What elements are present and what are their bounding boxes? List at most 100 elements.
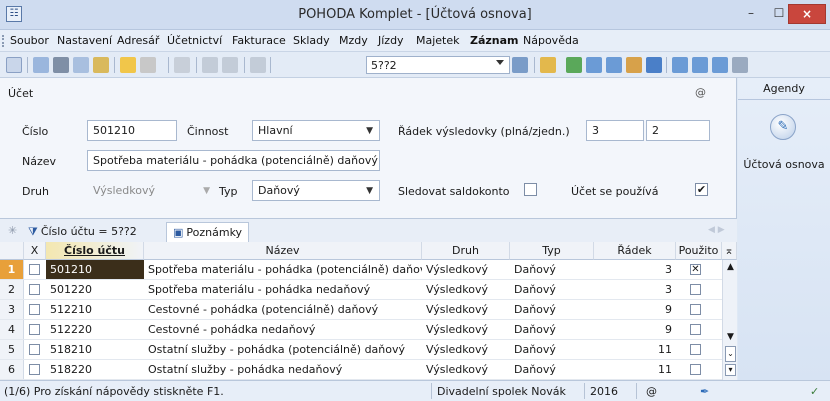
cell-druh[interactable]: Výsledkový	[422, 340, 510, 359]
menu-ucetnictvi[interactable]: Účetnictví	[167, 34, 222, 47]
cell-typ[interactable]: Daňový	[510, 360, 594, 379]
help-icon[interactable]	[732, 57, 748, 73]
cislo-input[interactable]: 501210	[87, 120, 177, 141]
minimize-button[interactable]: –	[738, 4, 764, 24]
menu-mzdy[interactable]: Mzdy	[339, 34, 368, 47]
edit-icon[interactable]	[140, 57, 156, 73]
cell-druh[interactable]: Výsledkový	[422, 360, 510, 379]
cell-radek[interactable]: 3	[594, 260, 676, 279]
radek-full-input[interactable]: 3	[586, 120, 644, 141]
cell-cislo[interactable]: 501210	[46, 260, 144, 279]
cell-nazev[interactable]: Ostatní služby - pohádka nedaňový	[144, 360, 422, 379]
agendy-item-ucetni-osnova[interactable]: Účtová osnova	[738, 158, 830, 171]
column-chooser-icon[interactable]: ⌅	[722, 242, 737, 260]
quick-filter-input[interactable]: 5??2	[366, 56, 510, 74]
layout-icon[interactable]	[692, 57, 708, 73]
pouziva-checkbox[interactable]: ✔	[695, 183, 708, 196]
grid-icon[interactable]	[586, 57, 602, 73]
cell-typ[interactable]: Daňový	[510, 320, 594, 339]
tab-filter[interactable]: ⧩ Číslo účtu = 5??2	[22, 222, 143, 242]
pin-icon[interactable]: ✳	[8, 224, 17, 237]
table-row[interactable]: 1 501210 Spotřeba materiálu - pohádka (p…	[0, 260, 722, 280]
pin-icon[interactable]	[33, 57, 49, 73]
tab-scroll-arrows[interactable]: ◀ ▶	[708, 225, 725, 235]
col-pouzito-header[interactable]: Použito	[676, 242, 722, 260]
cell-nazev[interactable]: Cestovné - pohádka (potenciálně) daňový	[144, 300, 422, 319]
cell-nazev[interactable]: Cestovné - pohádka nedaňový	[144, 320, 422, 339]
cell-pouzito-checkbox[interactable]	[690, 284, 701, 295]
folder-icon[interactable]	[540, 57, 556, 73]
row-checkbox[interactable]	[29, 344, 40, 355]
cell-typ[interactable]: Daňový	[510, 280, 594, 299]
cell-pouzito-checkbox[interactable]	[690, 304, 701, 315]
cell-cislo[interactable]: 518210	[46, 340, 144, 359]
agenda-icon[interactable]	[6, 57, 22, 73]
scroll-to-end-icon[interactable]: ⌄	[725, 346, 736, 362]
cell-typ[interactable]: Daňový	[510, 340, 594, 359]
cinnost-select[interactable]: Hlavní ▼	[252, 120, 380, 141]
col-radek-header[interactable]: Řádek	[594, 242, 676, 260]
row-checkbox[interactable]	[29, 264, 40, 275]
filter-dropdown-arrow[interactable]	[496, 60, 504, 65]
menu-sklady[interactable]: Sklady	[293, 34, 330, 47]
col-x-header[interactable]: X	[24, 242, 46, 260]
save-all-icon[interactable]	[222, 57, 238, 73]
window-icon[interactable]	[672, 57, 688, 73]
cell-druh[interactable]: Výsledkový	[422, 280, 510, 299]
cell-cislo[interactable]: 518220	[46, 360, 144, 379]
copy-icon[interactable]	[250, 57, 266, 73]
chart-of-accounts-icon[interactable]: ✎	[770, 114, 796, 140]
report-icon[interactable]	[93, 57, 109, 73]
cell-cislo[interactable]: 501220	[46, 280, 144, 299]
col-nazev-header[interactable]: Název	[144, 242, 422, 260]
scroll-down-icon[interactable]: ▼	[723, 332, 738, 342]
col-cislo-header[interactable]: Číslo účtu	[46, 242, 144, 260]
cell-typ[interactable]: Daňový	[510, 260, 594, 279]
table-scrollbar[interactable]: ▲ ▼ ⌄ ▾	[722, 260, 737, 380]
people-icon[interactable]	[626, 57, 642, 73]
cell-typ[interactable]: Daňový	[510, 300, 594, 319]
cell-radek[interactable]: 11	[594, 360, 676, 379]
cell-cislo[interactable]: 512220	[46, 320, 144, 339]
menu-adresar[interactable]: Adresář	[117, 34, 159, 47]
cell-cislo[interactable]: 512210	[46, 300, 144, 319]
cell-pouzito-checkbox[interactable]	[690, 324, 701, 335]
radek-short-input[interactable]: 2	[646, 120, 710, 141]
print-icon[interactable]	[53, 57, 69, 73]
cell-pouzito-checkbox[interactable]	[690, 344, 701, 355]
cell-nazev[interactable]: Spotřeba materiálu - pohádka nedaňový	[144, 280, 422, 299]
row-checkbox[interactable]	[29, 324, 40, 335]
nazev-input[interactable]: Spotřeba materiálu - pohádka (potenciáln…	[87, 150, 380, 171]
saldokonto-checkbox[interactable]	[524, 183, 537, 196]
panel-icon[interactable]	[712, 57, 728, 73]
table-row[interactable]: 6 518220 Ostatní služby - pohádka nedaňo…	[0, 360, 722, 380]
preview-icon[interactable]	[73, 57, 89, 73]
menu-soubor[interactable]: Soubor	[10, 34, 49, 47]
cell-radek[interactable]: 3	[594, 280, 676, 299]
menu-zaznam[interactable]: Záznam	[470, 34, 519, 47]
filter-icon[interactable]	[512, 57, 528, 73]
tab-notes[interactable]: ▣ Poznámky	[166, 222, 250, 242]
cell-nazev[interactable]: Ostatní služby - pohádka (potenciálně) d…	[144, 340, 422, 359]
cell-radek[interactable]: 11	[594, 340, 676, 359]
cell-pouzito-checkbox[interactable]: ✕	[690, 264, 701, 275]
menu-napoveda[interactable]: Nápověda	[523, 34, 579, 47]
table-row[interactable]: 2 501220 Spotřeba materiálu - pohádka ne…	[0, 280, 722, 300]
table-row[interactable]: 3 512210 Cestovné - pohádka (potenciálně…	[0, 300, 722, 320]
row-checkbox[interactable]	[29, 304, 40, 315]
cell-pouzito-checkbox[interactable]	[690, 364, 701, 375]
calculator-icon[interactable]	[606, 57, 622, 73]
table-row[interactable]: 4 512220 Cestovné - pohádka nedaňový Výs…	[0, 320, 722, 340]
row-checkbox[interactable]	[29, 284, 40, 295]
col-druh-header[interactable]: Druh	[422, 242, 510, 260]
green-tool-icon[interactable]	[566, 57, 582, 73]
save-icon[interactable]	[202, 57, 218, 73]
back-icon[interactable]	[174, 57, 190, 73]
cell-druh[interactable]: Výsledkový	[422, 260, 510, 279]
scroll-last-icon[interactable]: ▾	[725, 364, 736, 376]
typ-select[interactable]: Daňový ▼	[252, 180, 380, 201]
row-checkbox[interactable]	[29, 364, 40, 375]
menu-majetek[interactable]: Majetek	[416, 34, 460, 47]
scroll-up-icon[interactable]: ▲	[723, 262, 738, 272]
table-row[interactable]: 5 518210 Ostatní služby - pohádka (poten…	[0, 340, 722, 360]
